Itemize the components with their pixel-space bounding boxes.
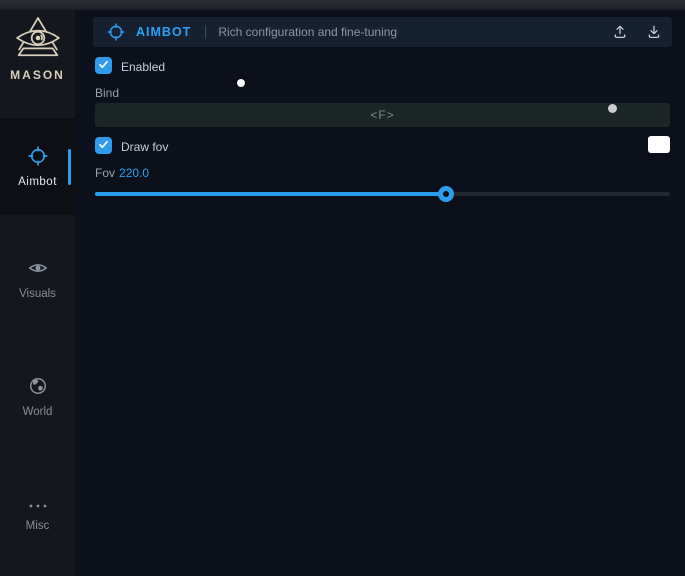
app-window: MASON Aimbot Visuals <box>0 0 685 576</box>
eye-icon <box>28 258 48 283</box>
upload-icon[interactable] <box>612 24 628 40</box>
brand-logo: MASON <box>0 16 75 82</box>
fov-label: Fov <box>95 166 115 180</box>
sidebar-item-label: World <box>23 406 53 418</box>
sidebar-item-visuals[interactable]: Visuals <box>0 259 75 299</box>
window-top-strip <box>0 0 685 10</box>
fov-label-row: Fov 220.0 <box>95 166 149 180</box>
fov-slider[interactable] <box>95 187 670 201</box>
sidebar-item-misc[interactable]: Misc <box>0 494 75 534</box>
sidebar-item-label: Misc <box>26 520 50 532</box>
sidebar-item-label: Visuals <box>19 288 56 300</box>
fov-value: 220.0 <box>119 166 149 180</box>
draw-fov-checkbox[interactable] <box>95 137 112 154</box>
page-header: AIMBOT Rich configuration and fine-tunin… <box>93 17 672 47</box>
mouse-cursor-dot <box>237 79 245 87</box>
active-indicator <box>68 149 71 185</box>
sidebar-item-world[interactable]: World <box>0 377 75 417</box>
bind-label: Bind <box>95 86 119 100</box>
check-icon <box>98 137 109 155</box>
sidebar: MASON Aimbot Visuals <box>0 10 75 576</box>
enabled-checkbox[interactable] <box>95 57 112 74</box>
mason-eye-pyramid-icon <box>12 16 64 67</box>
slider-fill <box>95 192 446 196</box>
sidebar-item-label: Aimbot <box>18 176 57 188</box>
header-divider <box>205 25 206 39</box>
page-title: AIMBOT <box>136 25 191 39</box>
slider-thumb[interactable] <box>438 186 454 202</box>
crosshair-icon <box>28 146 48 171</box>
download-icon[interactable] <box>646 24 662 40</box>
draw-fov-label: Draw fov <box>121 140 168 154</box>
brand-name: MASON <box>10 68 65 82</box>
ellipsis-icon <box>28 497 48 515</box>
crosshair-icon <box>107 23 125 41</box>
sidebar-item-aimbot[interactable]: Aimbot <box>0 118 75 215</box>
enabled-label: Enabled <box>121 60 165 74</box>
fov-color-swatch[interactable] <box>648 136 670 153</box>
bind-input[interactable]: <F> <box>95 103 670 127</box>
indicator-dot <box>608 104 617 113</box>
page-subtitle: Rich configuration and fine-tuning <box>218 25 397 39</box>
bind-value: <F> <box>370 108 394 122</box>
check-icon <box>98 57 109 75</box>
main-panel: AIMBOT Rich configuration and fine-tunin… <box>75 10 685 576</box>
globe-icon <box>28 376 48 401</box>
